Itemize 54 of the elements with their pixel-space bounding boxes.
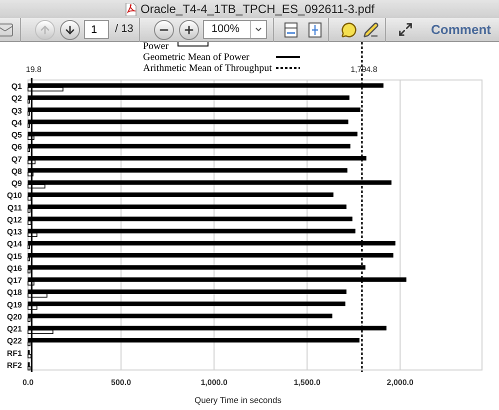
- legend-label: Geometric Mean of Power: [143, 52, 250, 63]
- category-label: Q16: [6, 264, 22, 273]
- caret-icon: [254, 25, 264, 34]
- zoom-dropdown[interactable]: 100%: [203, 20, 268, 39]
- zoom-out-button[interactable]: [154, 20, 174, 40]
- tick-label: 500.0: [111, 378, 132, 387]
- legend-label: Arithmetic Mean of Throughput: [143, 63, 272, 74]
- comment-button[interactable]: Comment: [431, 20, 491, 40]
- tick-label: 1,000.0: [200, 378, 228, 387]
- zoom-in-button[interactable]: [179, 20, 200, 40]
- category-label: Q8: [11, 166, 22, 176]
- axis-title: Query Time in seconds: [194, 395, 282, 405]
- next-page-button[interactable]: [60, 20, 80, 40]
- category-label: Q3: [11, 106, 22, 116]
- tick-label: 1,500.0: [294, 378, 320, 387]
- category-label: Q18: [6, 288, 22, 298]
- speech-bubble-icon[interactable]: [341, 22, 358, 38]
- tick-label: 0.0: [22, 378, 34, 387]
- category-label: Q2: [11, 94, 22, 104]
- category-label: Q14: [6, 240, 22, 249]
- fit-page-icon[interactable]: [284, 22, 298, 38]
- category-label: Q20: [6, 312, 22, 322]
- category-label: Q21: [6, 324, 22, 334]
- value-label: 1,794.8: [350, 65, 378, 74]
- tick-label: 2,000.0: [386, 378, 414, 387]
- category-label: Q15: [6, 252, 22, 261]
- plus-icon: [183, 24, 196, 36]
- category-label: Q22: [6, 336, 22, 346]
- category-label: Q13: [6, 228, 22, 237]
- category-label: Q5: [11, 130, 22, 140]
- arrow-down-icon: [64, 24, 76, 36]
- mail-icon[interactable]: [0, 20, 14, 38]
- category-label: Q10: [6, 191, 22, 200]
- category-label: Q11: [7, 203, 22, 212]
- category-label: RF2: [6, 361, 22, 370]
- category-label: Q7: [11, 154, 22, 164]
- category-label: RF1: [6, 348, 22, 358]
- pen-icon[interactable]: [363, 22, 380, 38]
- page-count: / 13: [115, 22, 134, 38]
- category-label: Q9: [11, 179, 22, 188]
- page-number-field[interactable]: 1: [84, 20, 109, 39]
- fit-width-icon[interactable]: [308, 22, 322, 38]
- window-title: Oracle_T4-4_1TB_TPCH_ES_092611-3.pdf: [140, 1, 374, 18]
- category-label: Q17: [6, 276, 22, 286]
- category-label: Q19: [6, 300, 22, 310]
- category-label: Q1: [11, 82, 22, 91]
- arrow-up-icon: [39, 24, 51, 36]
- category-label: Q12: [6, 215, 22, 224]
- category-label: Q6: [11, 142, 22, 152]
- expand-icon[interactable]: [398, 22, 414, 37]
- pdf-file-icon: [124, 2, 137, 16]
- legend-label: Power: [143, 42, 169, 52]
- category-label: Q4: [11, 118, 22, 128]
- value-label: 19.8: [26, 65, 42, 74]
